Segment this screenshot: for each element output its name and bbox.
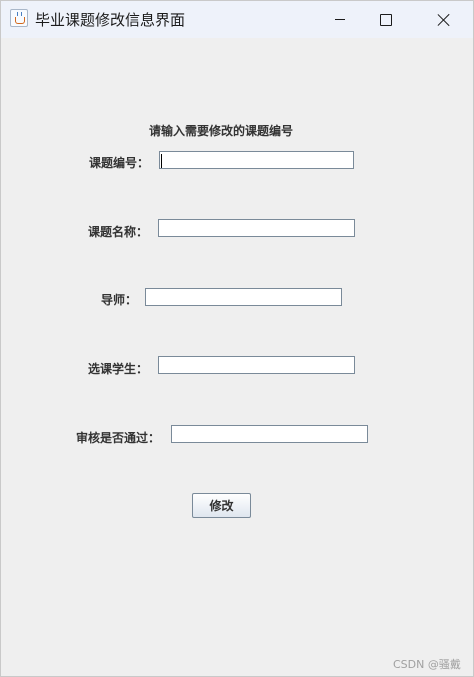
maximize-button[interactable] — [363, 1, 409, 38]
topic-id-input[interactable] — [159, 151, 354, 169]
topic-id-label: 课题编号： — [89, 156, 150, 170]
topic-name-input[interactable] — [158, 219, 355, 237]
app-window: 毕业课题修改信息界面 请输入需要修改的课题编号 课题编号： 课题名称： 导师： … — [0, 0, 474, 677]
maximize-icon — [380, 13, 392, 26]
text-caret — [161, 154, 162, 168]
close-icon — [437, 13, 451, 27]
java-app-icon — [10, 9, 28, 27]
close-button[interactable] — [421, 1, 467, 38]
instruction-text: 请输入需要修改的课题编号 — [148, 124, 293, 138]
minimize-icon — [335, 19, 345, 20]
modify-button[interactable]: 修改 — [192, 493, 251, 518]
enrolled-student-label: 选课学生： — [88, 362, 149, 376]
watermark-text: CSDN @骚戴 — [393, 658, 461, 671]
topic-name-label: 课题名称： — [88, 225, 149, 239]
advisor-label: 导师： — [101, 293, 138, 307]
minimize-button[interactable] — [317, 1, 363, 38]
form-panel: 请输入需要修改的课题编号 课题编号： 课题名称： 导师： 选课学生： 审核是否通… — [1, 38, 473, 676]
enrolled-student-input[interactable] — [158, 356, 355, 374]
approval-status-label: 审核是否通过： — [76, 431, 161, 445]
window-title: 毕业课题修改信息界面 — [35, 11, 186, 29]
title-bar[interactable]: 毕业课题修改信息界面 — [1, 1, 473, 38]
advisor-input[interactable] — [145, 288, 342, 306]
approval-status-input[interactable] — [171, 425, 368, 443]
